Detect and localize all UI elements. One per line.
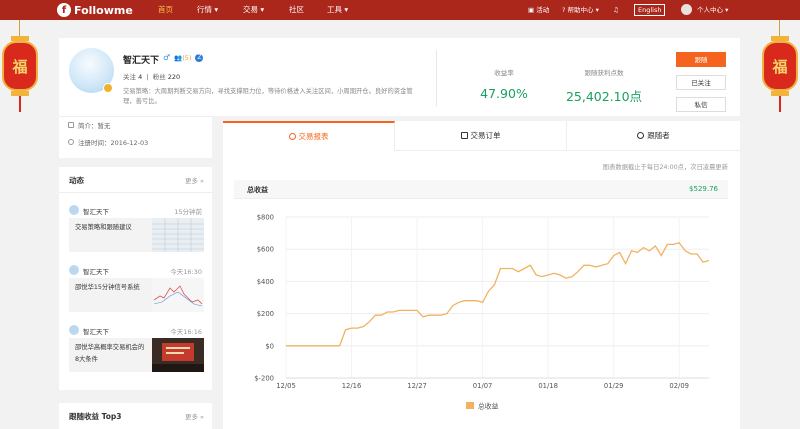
author-avatar [69,265,79,275]
spreadsheet-thumbnail [152,218,204,252]
nav-trade[interactable]: 交易 ▾ [243,0,264,20]
nav-activity[interactable]: ▣ 活动 [528,0,549,20]
dynamics-time: 今天16:16 [170,328,202,336]
follow-profit-value: 25,402.10点 [565,89,643,104]
dynamics-preview[interactable]: 邵悦华15分钟信号系统 [69,278,204,312]
male-icon: ♂ [163,53,171,62]
y-tick-label: $200 [257,310,274,318]
x-tick-label: 12/16 [342,382,362,390]
tab-trade-report[interactable]: 交易报表 [223,121,395,151]
followme-logo[interactable]: f Followme [57,2,133,18]
right-lantern-decoration: 福 [760,20,800,130]
profile-name: 智汇天下 [123,56,160,66]
dynamics-time: 15分钟前 [174,208,202,216]
total-profit-chart[interactable]: $-200 $0 $200 $400 $600 $800 12/05 12/16 12/27 01… [223,151,740,429]
gift-icon: ▣ [528,6,535,14]
chart-panel: 图表数据截止于每日24:00点，次日凌晨更新 总收益 $529.76 $-200… [223,151,740,429]
divider [436,50,437,106]
help-icon: ? [562,6,566,14]
dynamics-text: 邵悦华高概率交易机会的8大条件 [75,344,145,363]
price-chart-thumbnail [152,278,204,312]
followed-button[interactable]: 已关注 [676,75,726,90]
y-tick-label: $0 [265,342,274,350]
document-icon [68,122,74,128]
x-tick-label: 01/18 [538,382,558,390]
tab-bar: 交易报表 交易订单 跟随者 [223,121,740,151]
top3-title: 跟随收益 Top3 [69,412,122,421]
verified-badge-icon [103,83,113,93]
user-avatar[interactable] [681,4,692,15]
dynamics-item[interactable]: 智汇天下 今天16:16 邵悦华高概率交易机会的8大条件 [69,325,204,373]
divider [59,192,212,193]
nav-market[interactable]: 行情 ▾ [197,0,218,20]
profile-card: 智汇天下 ♂ 👥(5) Z 关注 4 | 粉丝 220 交易策略：大周期判断交易… [59,38,740,116]
level-badge: 👥(5) [174,53,192,62]
nav-home[interactable]: 首页 [158,0,173,20]
follow-button[interactable]: 跟随 [676,52,726,67]
follow-profit-label: 跟随获利点数 [584,69,624,77]
author-avatar [69,205,79,215]
dynamics-more-link[interactable]: 更多 » [185,175,204,185]
presentation-thumbnail [152,338,204,372]
y-tick-label: $400 [257,278,274,286]
dynamics-item[interactable]: 智汇天下 今天16:30 邵悦华15分钟信号系统 [69,265,204,313]
strategy-description: 交易策略：大周期判断交易方向，寻找支撑阻力位，等待价格进入关注区间，小周期开仓。… [123,88,413,105]
nav-community[interactable]: 社区 [289,0,304,20]
tab-trade-orders[interactable]: 交易订单 [395,121,567,151]
dynamics-time: 今天16:30 [170,268,202,276]
orders-icon [460,132,468,139]
dynamics-text: 交易策略和跟随建议 [75,224,132,231]
logo-icon: f [57,3,71,17]
return-rate-value: 47.90% [480,86,528,101]
report-icon [288,133,296,140]
nav-tools[interactable]: 工具 ▾ [327,0,348,20]
register-row: 注册时间：2016-12-03 [68,137,148,147]
top3-more-link[interactable]: 更多 » [185,411,204,421]
nav-user-center[interactable]: 个人中心 ▾ [697,0,728,20]
author-avatar [69,325,79,335]
legend-swatch [466,402,474,409]
nav-help-center[interactable]: ? 帮助中心 ▾ [562,0,599,20]
y-tick-label: $800 [257,214,274,222]
message-button[interactable]: 私信 [676,97,726,112]
x-tick-label: 01/07 [473,382,493,390]
return-rate-label: 收益率 [494,69,514,77]
dynamics-author[interactable]: 智汇天下 [83,266,109,276]
dynamics-item[interactable]: 智汇天下 15分钟前 交易策略和跟随建议 [69,205,204,253]
dynamics-title: 动态 [69,176,84,185]
bell-icon[interactable]: ♫ [613,0,619,20]
dynamics-text: 邵悦华15分钟信号系统 [75,284,140,291]
profile-info-card: 简介：暂无 注册时间：2016-12-03 [59,116,212,158]
z-badge-icon: Z [195,53,204,62]
follow-stats: 关注 4 | 粉丝 220 [123,73,181,81]
x-tick-label: 12/05 [276,382,296,390]
dynamics-author[interactable]: 智汇天下 [83,326,109,336]
intro-row: 简介：暂无 [68,120,111,130]
x-tick-label: 01/29 [604,382,624,390]
tab-followers[interactable]: 跟随者 [567,121,740,151]
follow-profit-top3-panel: 跟随收益 Top3 更多 » [59,403,212,429]
left-lantern-decoration: 福 [0,20,40,130]
y-tick-label: $600 [257,246,274,254]
language-switch[interactable]: English [634,4,666,16]
dynamics-author[interactable]: 智汇天下 [83,206,109,216]
x-tick-label: 12/27 [407,382,427,390]
person-icon [637,132,645,139]
plot-area [286,217,709,378]
top-nav-bar: f Followme 首页 行情 ▾ 交易 ▾ 社区 工具 ▾ ▣ 活动 ? 帮… [0,0,800,20]
y-tick-label: $-200 [254,375,274,383]
logo-text: Followme [74,3,133,17]
dynamics-preview[interactable]: 邵悦华高概率交易机会的8大条件 [69,338,204,372]
dynamics-preview[interactable]: 交易策略和跟随建议 [69,218,204,252]
dynamics-panel: 动态 更多 » 智汇天下 15分钟前 交易策略和跟随建议 智汇天下 今天16:3… [59,167,212,390]
x-tick-label: 02/09 [669,382,689,390]
legend-label: 总收益 [478,402,499,411]
clock-icon [68,139,74,145]
